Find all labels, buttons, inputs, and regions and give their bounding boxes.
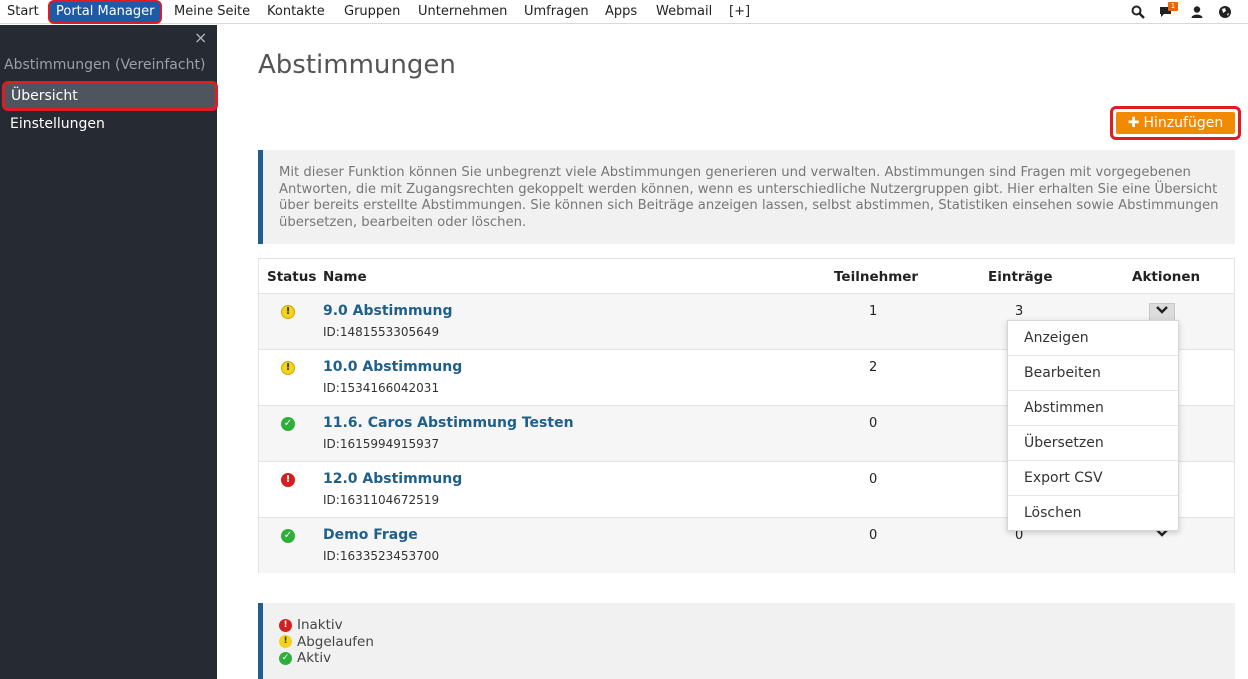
- header-eintraege: Einträge: [988, 269, 1053, 285]
- nav-unternehmen[interactable]: Unternehmen: [418, 0, 507, 24]
- sidebar: × Abstimmungen (Vereinfacht) Übersicht E…: [0, 25, 218, 679]
- nav-portal-manager[interactable]: Portal Manager: [48, 0, 163, 24]
- vote-id: ID:1481553305649: [323, 325, 440, 339]
- nav-gruppen[interactable]: Gruppen: [344, 0, 400, 24]
- expired-status-icon: !: [281, 361, 295, 375]
- teilnehmer-count: 0: [869, 416, 878, 431]
- nav-start[interactable]: Start: [7, 0, 39, 24]
- menu-item-bearbeiten[interactable]: Bearbeiten: [1008, 356, 1178, 391]
- expired-status-icon: !: [279, 635, 292, 649]
- nav-apps[interactable]: Apps: [605, 0, 637, 24]
- vote-name-link[interactable]: 10.0 Abstimmung: [323, 359, 462, 375]
- nav-umfragen[interactable]: Umfragen: [524, 0, 589, 24]
- menu-item-abstimmen[interactable]: Abstimmen: [1008, 391, 1178, 426]
- nav-webmail[interactable]: Webmail: [656, 0, 712, 24]
- menu-item-loeschen[interactable]: Löschen: [1008, 496, 1178, 531]
- active-status-icon: ✓: [281, 417, 295, 431]
- legend-abgelaufen: Abgelaufen: [297, 633, 374, 650]
- nav-kontakte[interactable]: Kontakte: [267, 0, 325, 24]
- expired-status-icon: !: [281, 305, 295, 319]
- menu-item-anzeigen[interactable]: Anzeigen: [1008, 321, 1178, 356]
- close-sidebar-icon[interactable]: ×: [194, 28, 207, 47]
- inactive-status-icon: !: [281, 473, 295, 487]
- search-icon[interactable]: [1131, 5, 1145, 19]
- add-button-label: Hinzufügen: [1143, 115, 1224, 131]
- vote-id: ID:1615994915937: [323, 437, 440, 451]
- vote-id: ID:1534166042031: [323, 381, 440, 395]
- header-aktionen: Aktionen: [1132, 269, 1201, 285]
- vote-id: ID:1631104672519: [323, 493, 440, 507]
- teilnehmer-count: 2: [869, 360, 878, 375]
- nav-meine-seite[interactable]: Meine Seite: [174, 0, 250, 24]
- intro-text: Mit dieser Funktion können Sie unbegrenz…: [258, 150, 1235, 244]
- nav-more[interactable]: [+]: [729, 0, 750, 24]
- legend-inaktiv: Inaktiv: [297, 617, 343, 633]
- globe-icon[interactable]: [1218, 5, 1232, 19]
- actions-dropdown-menu: Anzeigen Bearbeiten Abstimmen Übersetzen…: [1007, 320, 1179, 531]
- vote-name-link[interactable]: 11.6. Caros Abstimmung Testen: [323, 415, 574, 431]
- vote-name-link[interactable]: 9.0 Abstimmung: [323, 303, 453, 319]
- menu-item-export-csv[interactable]: Export CSV: [1008, 461, 1178, 496]
- sidebar-item-uebersicht[interactable]: Übersicht: [2, 81, 218, 111]
- actions-toggle[interactable]: [1149, 303, 1175, 321]
- menu-item-uebersetzen[interactable]: Übersetzen: [1008, 426, 1178, 461]
- header-name: Name: [323, 269, 367, 285]
- eintraege-count: 3: [1015, 304, 1024, 319]
- teilnehmer-count: 1: [869, 304, 878, 319]
- vote-id: ID:1633523453700: [323, 549, 440, 563]
- vote-name-link[interactable]: 12.0 Abstimmung: [323, 471, 462, 487]
- header-teilnehmer: Teilnehmer: [834, 269, 919, 285]
- plus-icon: ✚: [1127, 115, 1140, 131]
- add-button[interactable]: ✚ Hinzufügen: [1110, 106, 1241, 140]
- chevron-down-icon: [1156, 306, 1168, 314]
- status-legend: ! Inaktiv ! Abgelaufen ✓ Aktiv: [258, 603, 1235, 679]
- page-title: Abstimmungen: [258, 50, 456, 80]
- sidebar-item-einstellungen[interactable]: Einstellungen: [2, 110, 218, 140]
- active-status-icon: ✓: [279, 651, 292, 665]
- legend-aktiv: Aktiv: [297, 650, 332, 666]
- notification-badge: 1: [1168, 2, 1178, 11]
- user-icon[interactable]: [1190, 5, 1204, 19]
- header-status: Status: [267, 269, 317, 285]
- inactive-status-icon: !: [279, 618, 292, 632]
- sidebar-section-title: Abstimmungen (Vereinfacht): [4, 57, 206, 73]
- teilnehmer-count: 0: [869, 472, 878, 487]
- vote-name-link[interactable]: Demo Frage: [323, 527, 418, 543]
- teilnehmer-count: 0: [869, 528, 878, 543]
- active-status-icon: ✓: [281, 529, 295, 543]
- top-navigation: Start Portal Manager Meine Seite Kontakt…: [0, 0, 1248, 24]
